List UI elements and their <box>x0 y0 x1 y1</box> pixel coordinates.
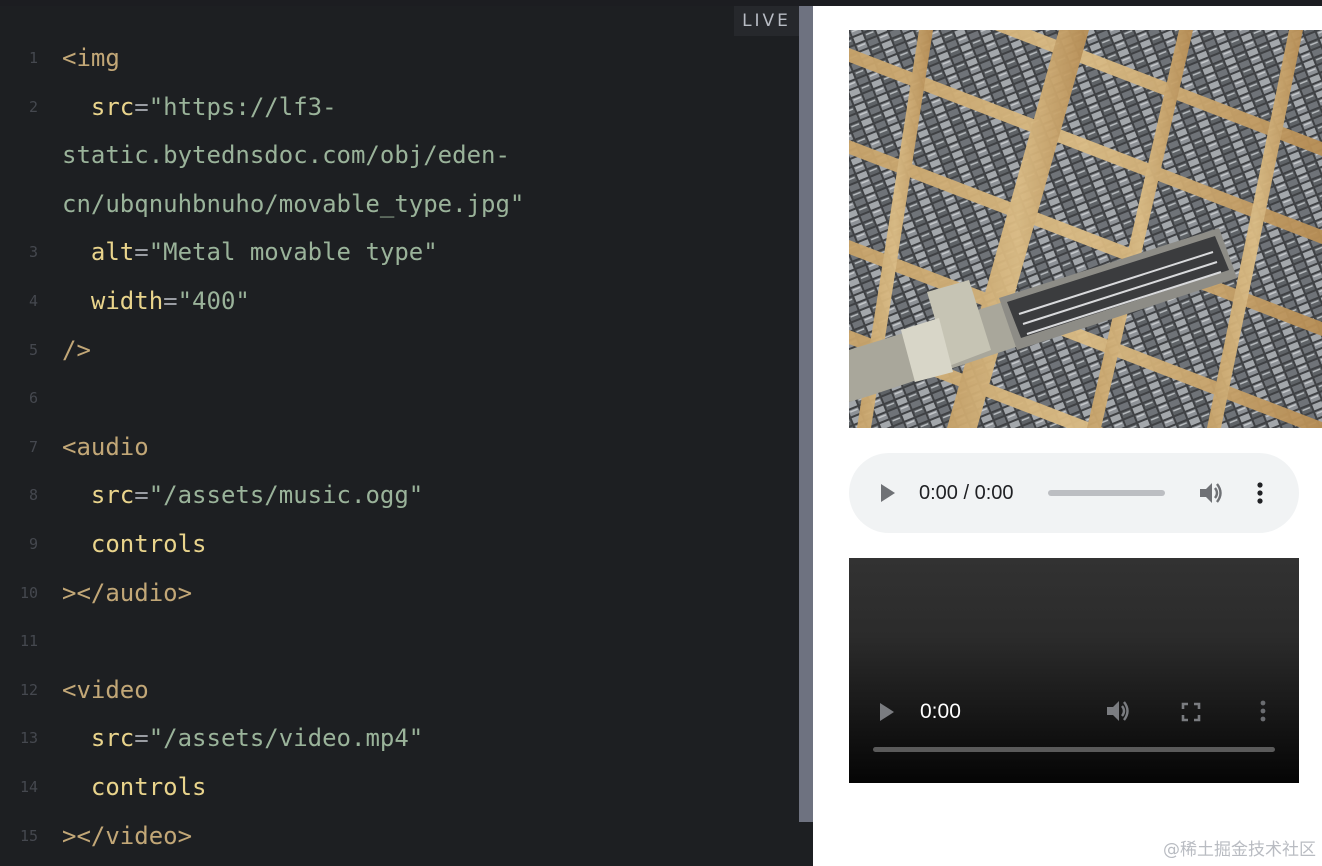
code-text: src="/assets/music.ogg" <box>62 471 423 519</box>
line-number: 15 <box>19 826 38 845</box>
code-editor[interactable]: 1 <img 2 src="https://lf3- static.bytednsdo… <box>0 6 799 866</box>
code-token-tag: <audio <box>62 432 149 461</box>
code-token-attr: src <box>62 92 135 121</box>
volume-icon[interactable] <box>1198 481 1224 505</box>
video-player[interactable]: 0:00 <box>849 558 1299 783</box>
code-token-str: static.bytednsdoc.com/obj/eden- <box>62 141 510 170</box>
video-time: 0:00 <box>920 700 961 723</box>
line-number: 5 <box>28 340 38 359</box>
code-text: src="/assets/video.mp4" <box>62 714 423 762</box>
watermark: @稀土掘金技术社区 <box>1163 840 1316 860</box>
code-token-attr: width <box>62 287 164 315</box>
code-text: controls <box>62 520 207 568</box>
code-token-tag: /> <box>62 335 91 364</box>
code-token-tag: <video <box>62 675 149 704</box>
code-token-str: "/assets/video.mp4" <box>148 724 424 753</box>
line-number: 10 <box>19 583 38 602</box>
video-progress-track[interactable] <box>873 747 1275 752</box>
code-text: static.bytednsdoc.com/obj/eden- <box>62 131 510 179</box>
code-token-attr: src <box>62 724 135 753</box>
code-token-str: "/assets/music.ogg" <box>148 481 424 510</box>
live-badge: LIVE <box>734 6 799 36</box>
code-token-eq: = <box>134 724 149 753</box>
line-number: 2 <box>28 97 38 116</box>
code-text: alt="Metal movable type" <box>62 228 438 276</box>
more-options-icon[interactable] <box>1257 700 1269 724</box>
audio-time: 0:00 / 0:00 <box>919 482 1014 504</box>
audio-progress-track[interactable] <box>1048 490 1165 496</box>
volume-icon[interactable] <box>1105 699 1131 723</box>
code-text: /> <box>62 326 91 374</box>
line-number: 8 <box>28 486 38 505</box>
more-options-icon[interactable] <box>1254 482 1266 506</box>
code-token-str: "400" <box>177 287 250 315</box>
code-text: <img <box>62 34 120 82</box>
code-text: <video <box>62 666 149 714</box>
code-text: width="400" <box>62 277 250 325</box>
line-number: 9 <box>28 535 38 553</box>
line-number: 4 <box>28 292 38 310</box>
movable-type-image <box>849 30 1322 428</box>
code-text: ></video> <box>62 812 192 860</box>
code-token-tag: ></audio> <box>62 578 193 607</box>
play-icon[interactable] <box>879 482 897 504</box>
line-number: 6 <box>28 389 38 408</box>
line-number: 3 <box>28 243 38 262</box>
code-token-tag: <img <box>62 44 120 72</box>
line-number: 12 <box>19 680 38 699</box>
code-text: <audio <box>62 423 149 471</box>
line-number: 7 <box>28 437 38 456</box>
code-token-str: "https://lf3- <box>148 92 337 121</box>
line-number: 13 <box>19 729 38 748</box>
code-text: src="https://lf3- <box>62 83 337 131</box>
code-token-attr: controls <box>62 773 207 801</box>
code-token-eq: = <box>134 238 149 267</box>
code-token-eq: = <box>134 481 149 510</box>
audio-player[interactable]: 0:00 / 0:00 <box>849 453 1299 533</box>
code-token-tag: ></video> <box>62 821 193 850</box>
code-token-attr: alt <box>62 238 135 267</box>
fullscreen-icon[interactable] <box>1181 702 1201 722</box>
play-icon[interactable] <box>878 701 896 723</box>
code-token-eq: = <box>163 287 178 315</box>
code-text: ></audio> <box>62 569 192 617</box>
code-token-eq: = <box>134 92 149 121</box>
line-number: 1 <box>28 49 38 67</box>
code-token-str: "Metal movable type" <box>148 238 438 267</box>
code-token-attr: src <box>62 481 135 510</box>
code-token-str: cn/ubqnuhbnuho/movable_type.jpg" <box>62 189 525 218</box>
code-text: cn/ubqnuhbnuho/movable_type.jpg" <box>62 180 524 228</box>
code-text: controls <box>62 763 207 811</box>
line-number: 11 <box>19 632 38 651</box>
line-number: 14 <box>19 778 38 796</box>
editor-scrollbar-thumb[interactable] <box>799 6 813 822</box>
code-token-attr: controls <box>62 530 207 558</box>
